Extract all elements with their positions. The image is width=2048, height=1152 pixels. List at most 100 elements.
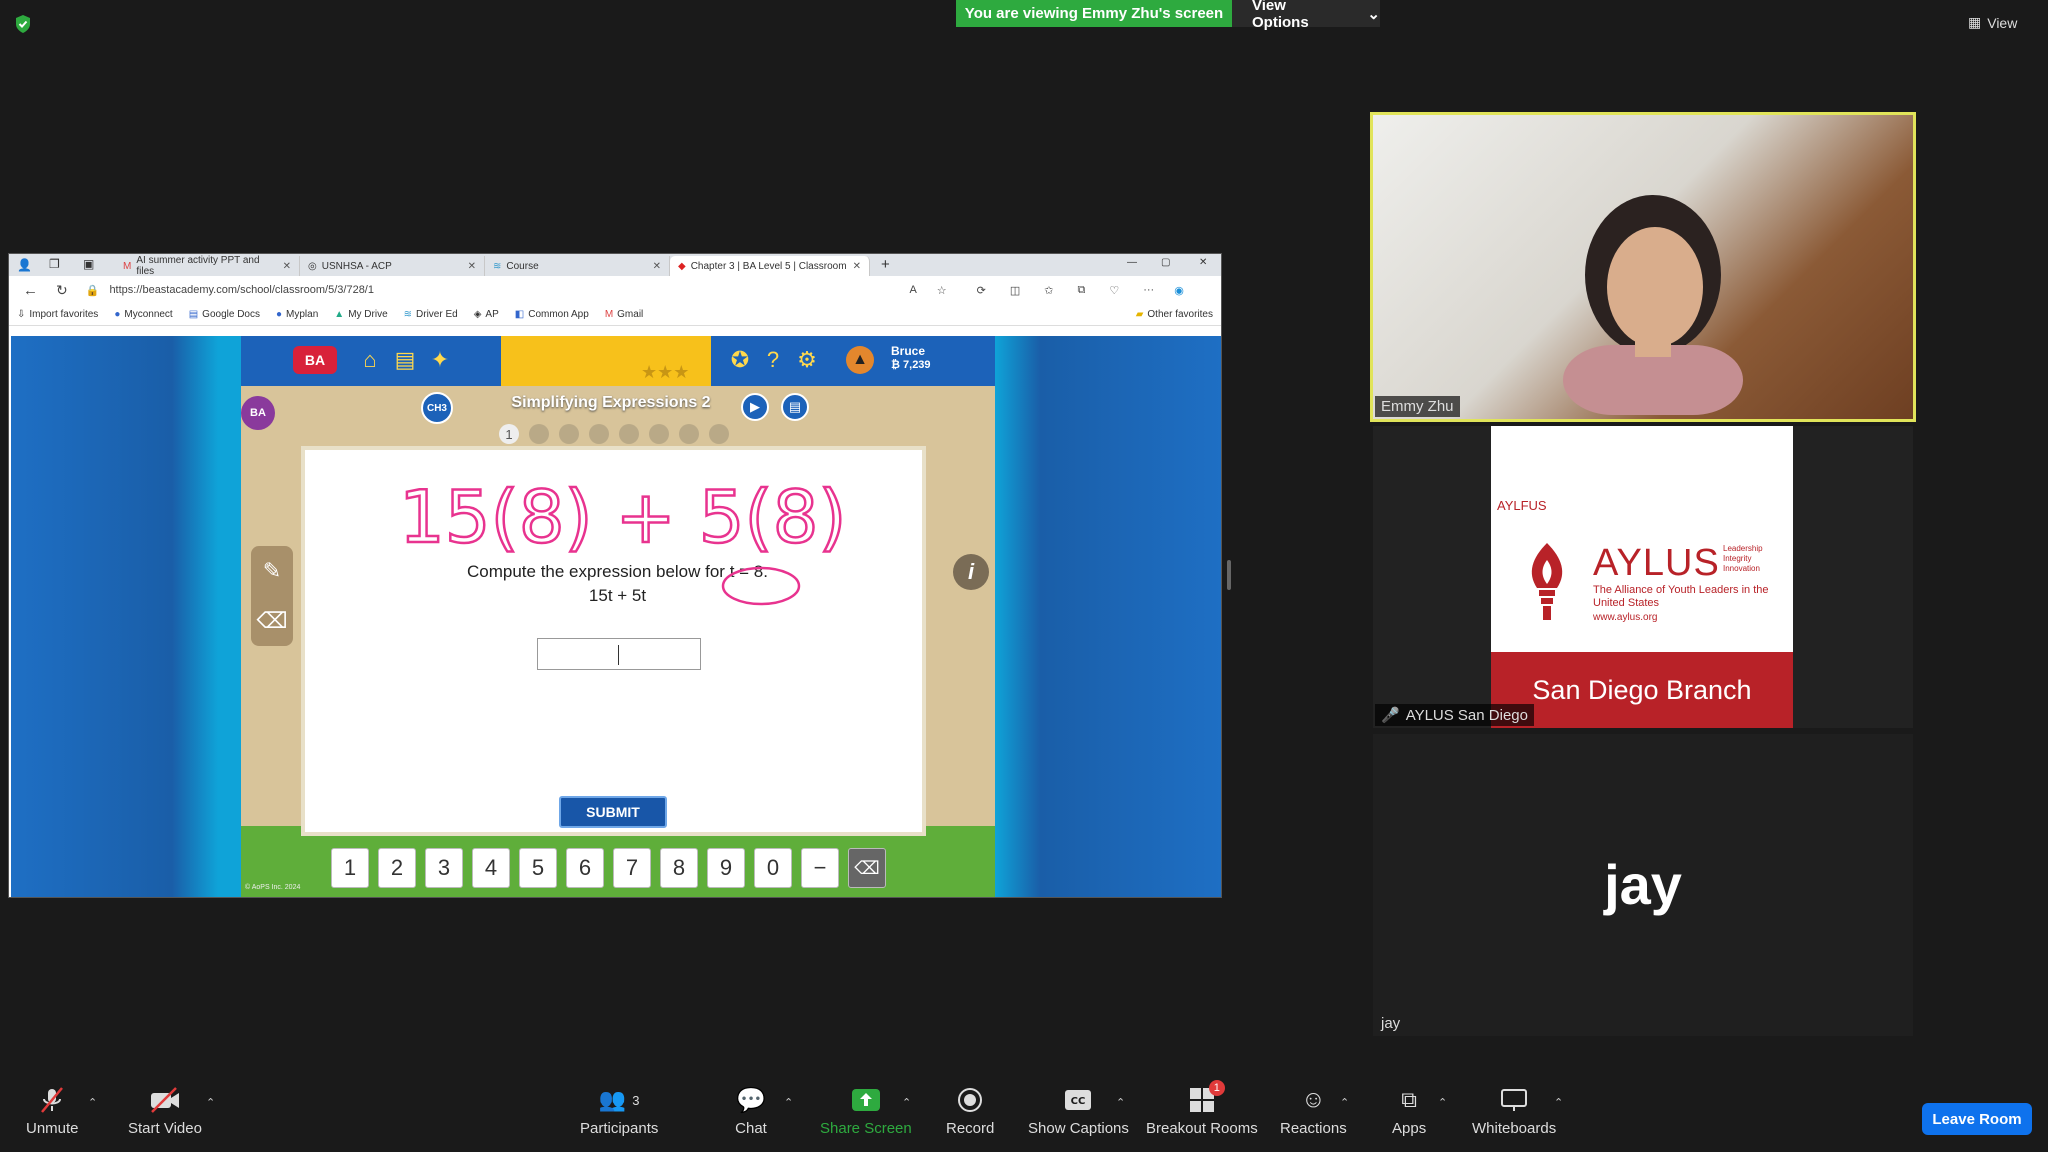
start-video-button[interactable]: Start Video — [128, 1084, 202, 1137]
favorite-common-app[interactable]: ◧ Common App — [515, 309, 589, 320]
key-6[interactable]: 6 — [566, 848, 604, 888]
favorites-icon[interactable]: ✩ — [1044, 284, 1053, 297]
back-icon[interactable]: ← — [23, 282, 38, 299]
book-icon[interactable]: ▤ — [391, 346, 419, 374]
favorite-driver-ed[interactable]: ≋ Driver Ed — [404, 309, 458, 320]
info-icon[interactable]: i — [953, 554, 989, 590]
workspaces-icon[interactable]: ❐ — [49, 257, 60, 271]
record-button[interactable]: Record — [946, 1084, 994, 1137]
answer-input[interactable] — [537, 638, 701, 670]
video-tile-jay[interactable]: jay jay — [1373, 734, 1913, 1036]
shared-screen[interactable]: 👤 ❐ ▣ M AI summer activity PPT and files… — [8, 253, 1222, 898]
key-minus[interactable]: − — [801, 848, 839, 888]
more-menu-icon[interactable]: ··· — [1143, 284, 1154, 296]
settings-gear-icon[interactable]: ⚙ — [793, 346, 821, 374]
progress-dot-current[interactable]: 1 — [499, 424, 519, 444]
favorite-ap[interactable]: ◈ AP — [474, 309, 499, 320]
read-aloud-icon[interactable]: A — [909, 284, 916, 296]
lock-icon[interactable]: 🔒 — [86, 284, 100, 297]
favorite-import[interactable]: ⇩ Import favorites — [17, 309, 98, 320]
progress-dot[interactable] — [679, 424, 699, 444]
close-tab-icon[interactable]: ✕ — [468, 261, 476, 272]
minimize-icon[interactable]: — — [1127, 257, 1137, 268]
share-screen-button[interactable]: Share Screen — [820, 1084, 912, 1137]
reactions-options-chevron-icon[interactable]: ⌃ — [1340, 1096, 1349, 1109]
key-3[interactable]: 3 — [425, 848, 463, 888]
backspace-key[interactable]: ⌫ — [848, 848, 886, 888]
favorite-my-drive[interactable]: ▲ My Drive — [334, 309, 387, 320]
video-icon[interactable]: ✦ — [426, 346, 454, 374]
browser-essentials-icon[interactable]: ♡ — [1109, 284, 1119, 297]
close-window-icon[interactable]: ✕ — [1199, 257, 1207, 268]
key-2[interactable]: 2 — [378, 848, 416, 888]
favorite-star-icon[interactable]: ☆ — [937, 284, 947, 297]
ba-logo-icon[interactable]: BA — [293, 346, 337, 374]
pencil-icon[interactable]: ✎ — [263, 558, 281, 584]
audio-options-chevron-icon[interactable]: ⌃ — [88, 1096, 97, 1109]
other-favorites[interactable]: ▰ Other favorites — [1136, 309, 1213, 320]
reading-book-icon[interactable]: ▤ — [781, 393, 809, 421]
key-9[interactable]: 9 — [707, 848, 745, 888]
close-tab-icon[interactable]: ✕ — [853, 261, 861, 272]
home-icon[interactable]: ⌂ — [356, 346, 384, 374]
help-icon[interactable]: ? — [759, 346, 787, 374]
url-field[interactable]: https://beastacademy.com/school/classroo… — [109, 284, 889, 296]
video-tile-emmy-zhu[interactable]: Emmy Zhu — [1370, 112, 1916, 422]
new-tab-icon[interactable]: + — [881, 256, 890, 273]
breakout-rooms-button[interactable]: 1 Breakout Rooms — [1146, 1080, 1258, 1137]
profile-icon[interactable]: 👤 — [17, 258, 32, 272]
badge-icon[interactable]: ✪ — [726, 346, 754, 374]
key-5[interactable]: 5 — [519, 848, 557, 888]
tab-gmail[interactable]: M AI summer activity PPT and files ✕ — [115, 255, 300, 277]
progress-dot[interactable] — [709, 424, 729, 444]
submit-button[interactable]: SUBMIT — [559, 796, 667, 828]
captions-options-chevron-icon[interactable]: ⌃ — [1116, 1096, 1125, 1109]
tab-usnhsa[interactable]: ◎ USNHSA - ACP ✕ — [300, 256, 485, 276]
collections-icon[interactable]: ⧉ — [1078, 284, 1086, 297]
progress-dot[interactable] — [559, 424, 579, 444]
key-0[interactable]: 0 — [754, 848, 792, 888]
avatar-icon[interactable]: ▲ — [846, 346, 874, 374]
apps-button[interactable]: ⧉ Apps — [1392, 1084, 1426, 1137]
favorite-gmail[interactable]: M Gmail — [605, 309, 643, 320]
video-options-chevron-icon[interactable]: ⌃ — [206, 1096, 215, 1109]
tab-beast-academy[interactable]: ◆ Chapter 3 | BA Level 5 | Classroom ✕ — [670, 256, 870, 276]
progress-dot[interactable] — [619, 424, 639, 444]
view-options-button[interactable]: View Options ⌄ — [1232, 0, 1380, 31]
progress-dot[interactable] — [589, 424, 609, 444]
apps-options-chevron-icon[interactable]: ⌃ — [1438, 1096, 1447, 1109]
extensions-icon[interactable]: ⟳ — [977, 284, 986, 297]
close-tab-icon[interactable]: ✕ — [653, 261, 661, 272]
copilot-icon[interactable]: ◉ — [1174, 284, 1184, 297]
security-shield-icon[interactable] — [14, 14, 32, 34]
favorite-myplan[interactable]: ● Myplan — [276, 309, 318, 320]
video-tile-aylus[interactable]: AYLFUS AYLUS Leadership Integrity Innova… — [1373, 426, 1913, 728]
whiteboards-options-chevron-icon[interactable]: ⌃ — [1554, 1096, 1563, 1109]
refresh-icon[interactable]: ↻ — [56, 282, 68, 299]
eraser-icon[interactable]: ⌫ — [256, 608, 287, 634]
chat-button[interactable]: 💬 Chat — [734, 1084, 768, 1138]
reactions-button[interactable]: ☺ Reactions — [1280, 1084, 1347, 1137]
progress-dot[interactable] — [529, 424, 549, 444]
show-captions-button[interactable]: CC Show Captions — [1028, 1084, 1129, 1137]
leave-room-button[interactable]: Leave Room — [1922, 1103, 2032, 1135]
close-tab-icon[interactable]: ✕ — [283, 261, 291, 272]
view-button[interactable]: ▦ View — [1968, 14, 2017, 31]
unmute-button[interactable]: Unmute — [26, 1084, 79, 1137]
split-screen-icon[interactable]: ◫ — [1010, 284, 1020, 297]
key-1[interactable]: 1 — [331, 848, 369, 888]
favorite-myconnect[interactable]: ● Myconnect — [114, 309, 172, 320]
maximize-icon[interactable]: ▢ — [1161, 257, 1170, 268]
favorite-google-docs[interactable]: ▤ Google Docs — [189, 309, 260, 320]
whiteboards-button[interactable]: Whiteboards — [1472, 1084, 1556, 1137]
tab-course[interactable]: ≋ Course ✕ — [485, 256, 670, 276]
key-8[interactable]: 8 — [660, 848, 698, 888]
chat-options-chevron-icon[interactable]: ⌃ — [784, 1096, 793, 1109]
side-ba-logo-icon[interactable]: BA — [241, 396, 275, 430]
vertical-tabs-icon[interactable]: ▣ — [83, 257, 94, 271]
key-7[interactable]: 7 — [613, 848, 651, 888]
resize-handle[interactable] — [1227, 560, 1231, 590]
participants-button[interactable]: 👥 3 Participants — [580, 1084, 658, 1137]
share-options-chevron-icon[interactable]: ⌃ — [902, 1096, 911, 1109]
progress-dot[interactable] — [649, 424, 669, 444]
